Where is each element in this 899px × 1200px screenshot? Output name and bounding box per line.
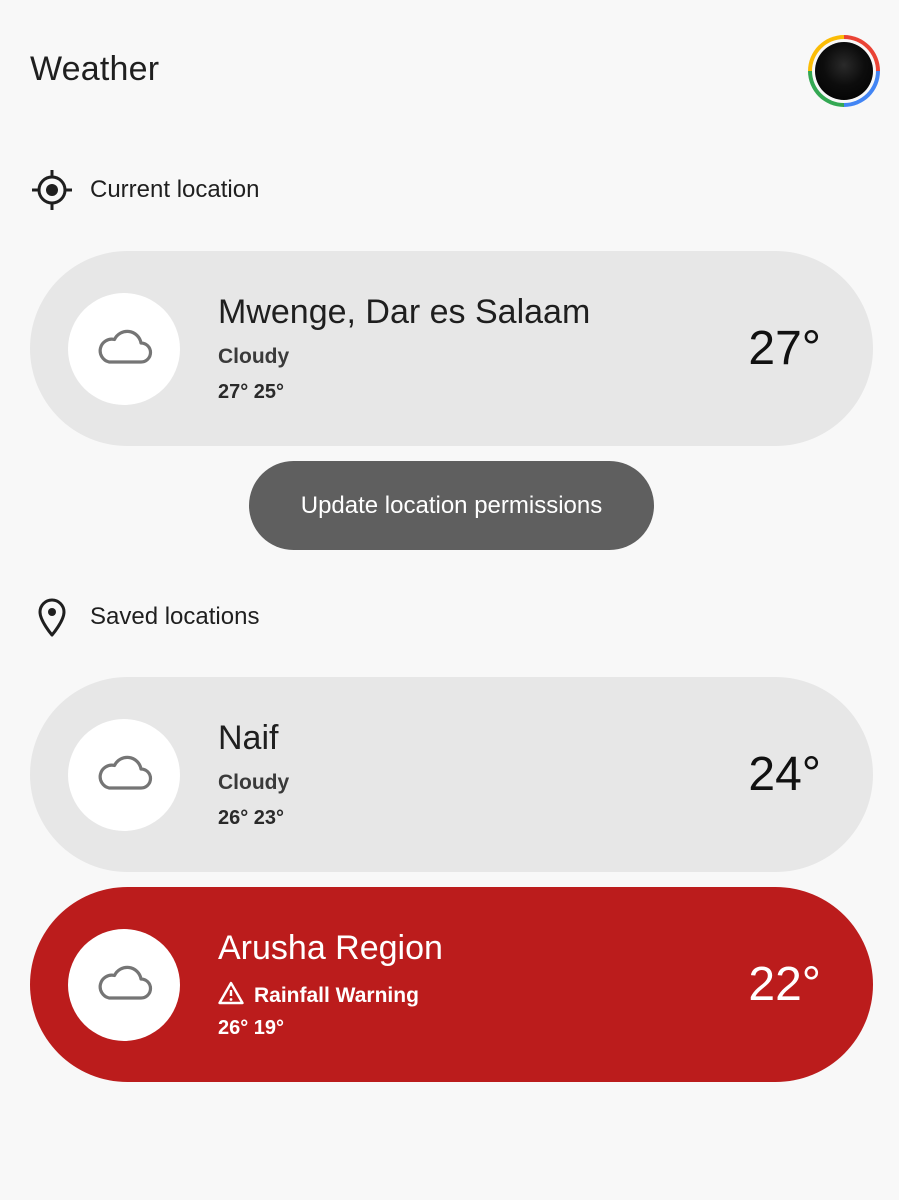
account-avatar[interactable] xyxy=(808,35,880,107)
cloud-icon xyxy=(95,965,153,1006)
current-temp: 27° xyxy=(748,322,821,375)
update-permissions-button[interactable]: Update location permissions xyxy=(249,461,654,550)
temp-range: 26° 19° xyxy=(218,1017,285,1039)
location-name: Naif xyxy=(218,719,279,757)
location-name: Arusha Region xyxy=(218,929,443,967)
current-temp: 24° xyxy=(748,748,821,801)
condition-badge xyxy=(68,293,180,405)
cloud-icon xyxy=(95,755,153,796)
current-location-header: Current location xyxy=(30,168,259,212)
avatar-photo xyxy=(815,42,873,100)
app-title: Weather xyxy=(30,50,160,88)
warning-icon xyxy=(218,981,244,1011)
my-location-icon xyxy=(30,168,74,212)
saved-location-card-alert[interactable]: Arusha Region Rainfall Warning 26° 19° 2… xyxy=(30,887,873,1082)
location-name: Mwenge, Dar es Salaam xyxy=(218,293,591,331)
condition-badge xyxy=(68,719,180,831)
section-label: Current location xyxy=(90,176,260,203)
saved-location-card[interactable]: Naif Cloudy 26° 23° 24° xyxy=(30,677,873,872)
section-label: Saved locations xyxy=(90,603,260,630)
condition-text: Cloudy xyxy=(218,345,290,368)
condition-badge xyxy=(68,929,180,1041)
condition-text: Cloudy xyxy=(218,771,290,794)
temp-range: 27° 25° xyxy=(218,381,285,403)
current-temp: 22° xyxy=(748,958,821,1011)
saved-locations-header: Saved locations xyxy=(30,595,259,639)
condition-text: Rainfall Warning xyxy=(254,984,419,1007)
temp-range: 26° 23° xyxy=(218,807,285,829)
location-pin-icon xyxy=(30,595,74,639)
cloud-icon xyxy=(95,329,153,370)
current-location-card[interactable]: Mwenge, Dar es Salaam Cloudy 27° 25° 27° xyxy=(30,251,873,446)
alert-condition: Rainfall Warning xyxy=(218,981,419,1011)
